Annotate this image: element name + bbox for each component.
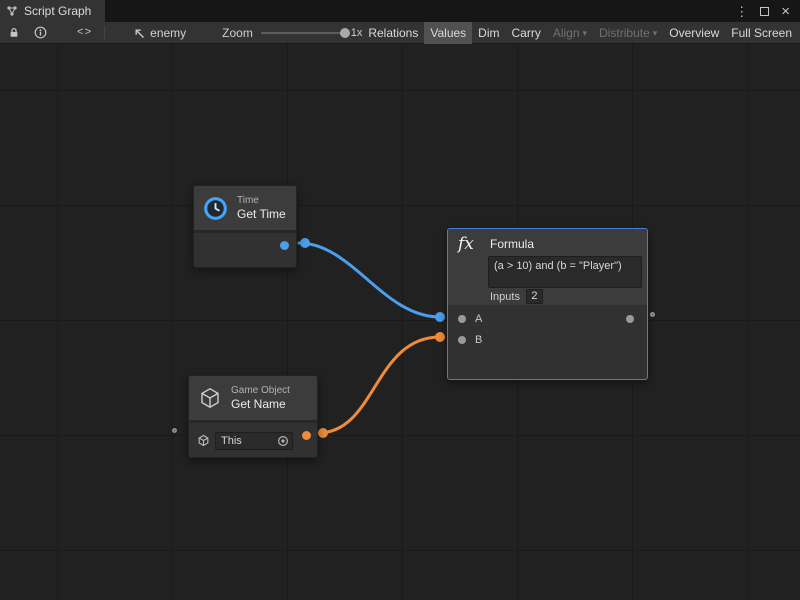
overview-button[interactable]: Overview <box>663 22 725 44</box>
get-name-target-ring[interactable] <box>172 428 177 433</box>
get-name-header: Game Object Get Name <box>189 376 317 420</box>
target-object-field[interactable]: This <box>215 432 293 450</box>
caret-down-icon: ▾ <box>583 22 588 44</box>
get-name-output-port[interactable] <box>302 431 311 440</box>
get-time-body <box>194 233 296 266</box>
wires-layer <box>0 44 800 600</box>
clock-icon <box>203 196 228 221</box>
node-get-time[interactable]: Time Get Time <box>193 185 297 268</box>
cube-icon <box>198 386 222 410</box>
maximize-icon[interactable] <box>760 7 769 16</box>
inputs-label: Inputs <box>490 291 520 303</box>
caret-down-icon: ▾ <box>653 22 658 44</box>
tab-script-graph[interactable]: Script Graph <box>0 0 105 22</box>
toolbar-buttons: Relations Values Dim Carry Align ▾ Distr… <box>362 22 800 44</box>
distribute-button[interactable]: Distribute ▾ <box>593 22 663 44</box>
formula-title: Formula <box>490 237 534 251</box>
titlebar: Script Graph ⋮ × <box>0 0 800 22</box>
node-title: Get Time <box>237 207 286 222</box>
formula-expression-field[interactable]: (a > 10) and (b = "Player") <box>488 256 642 288</box>
relations-button[interactable]: Relations <box>362 22 424 44</box>
lock-icon[interactable] <box>8 27 20 39</box>
get-time-header: Time Get Time <box>194 186 296 230</box>
node-get-name[interactable]: Game Object Get Name This <box>188 375 318 458</box>
script-graph-icon <box>6 5 18 17</box>
wire-getname-to-formula-b <box>318 337 440 433</box>
arrow-icon <box>133 27 145 39</box>
distribute-label: Distribute <box>599 22 650 44</box>
graph-breadcrumb[interactable]: enemy <box>133 26 186 40</box>
wire-gettime-to-formula-a <box>299 243 440 317</box>
node-title: Get Name <box>231 397 290 412</box>
fullscreen-button[interactable]: Full Screen <box>725 22 798 44</box>
align-label: Align <box>553 22 580 44</box>
dim-button[interactable]: Dim <box>472 22 505 44</box>
port-b-label: B <box>475 334 482 346</box>
inputs-count-field[interactable]: 2 <box>526 289 543 304</box>
object-picker-icon[interactable] <box>277 435 289 447</box>
formula-input-port-b[interactable] <box>458 336 466 344</box>
values-button[interactable]: Values <box>424 22 472 44</box>
code-preview-icon[interactable]: <> <box>77 27 92 39</box>
fx-icon: fx <box>458 234 480 254</box>
small-cube-icon <box>197 434 210 447</box>
port-row-a: A <box>448 308 647 329</box>
window-menu-icon[interactable]: ⋮ <box>735 5 748 18</box>
zoom-label: Zoom <box>222 26 253 40</box>
port-a-label: A <box>475 313 482 325</box>
tab-title: Script Graph <box>24 4 91 18</box>
close-icon[interactable]: × <box>781 4 790 19</box>
target-value: This <box>221 435 277 447</box>
zoom-slider-track[interactable] <box>261 32 346 34</box>
get-name-body: This <box>189 423 317 456</box>
wire-blue-start-cap <box>300 238 310 248</box>
port-row-b: B <box>448 329 647 350</box>
info-icon[interactable] <box>34 26 47 39</box>
graph-name: enemy <box>150 26 186 40</box>
formula-input-port-a[interactable] <box>458 315 466 323</box>
wire-blue-end-cap <box>435 312 445 322</box>
formula-output-ring[interactable] <box>650 312 655 317</box>
carry-button[interactable]: Carry <box>506 22 547 44</box>
get-time-output-port[interactable] <box>280 241 289 250</box>
toolbar: <> enemy Zoom 1x Relations Values Dim Ca… <box>0 22 800 44</box>
unity-window: Script Graph ⋮ × <> <box>0 0 800 600</box>
formula-header: fx Formula (a > 10) and (b = "Player") I… <box>448 229 647 305</box>
formula-result-port[interactable] <box>626 315 634 323</box>
toolbar-separator <box>104 26 105 40</box>
graph-canvas[interactable]: Time Get Time fx Formula (a > 10) and (b… <box>0 44 800 600</box>
formula-body: A B <box>448 305 647 350</box>
zoom-slider-handle[interactable] <box>340 28 350 38</box>
wire-orange-start-cap <box>318 428 328 438</box>
window-controls: ⋮ × <box>735 0 800 22</box>
node-category: Time <box>237 194 286 207</box>
zoom-value: 1x <box>351 27 363 39</box>
zoom-slider[interactable] <box>261 22 346 44</box>
node-formula[interactable]: fx Formula (a > 10) and (b = "Player") I… <box>447 228 648 380</box>
wire-orange-end-cap <box>435 332 445 342</box>
node-category: Game Object <box>231 384 290 397</box>
align-button[interactable]: Align ▾ <box>547 22 593 44</box>
